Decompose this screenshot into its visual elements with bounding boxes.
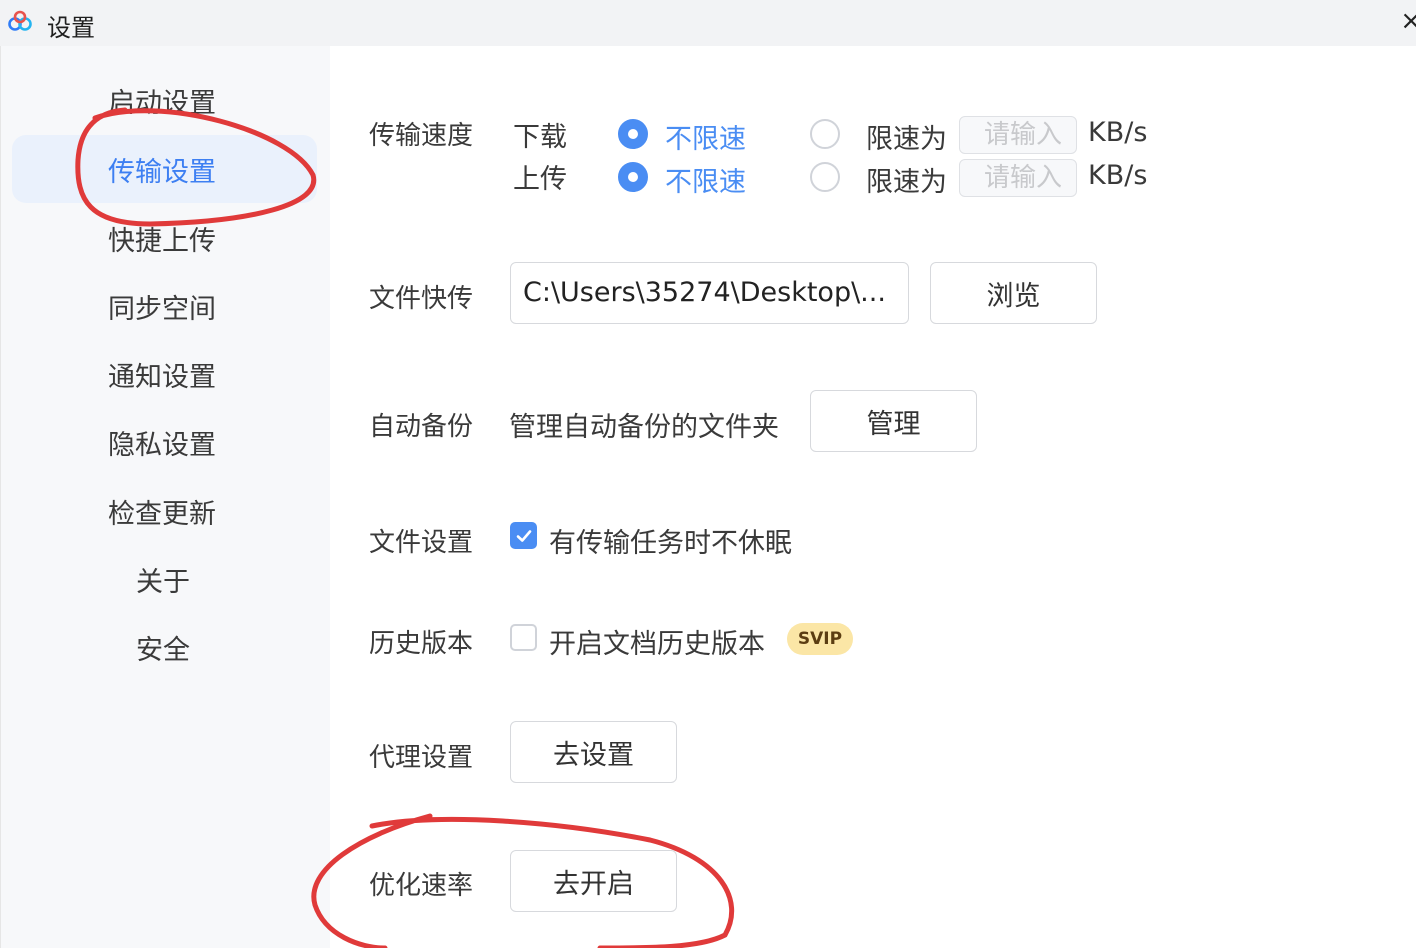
download-unit: KB/s — [1088, 117, 1148, 148]
auto-backup-label: 自动备份 — [369, 412, 474, 442]
sidebar-item-notifications[interactable]: 通知设置 — [12, 340, 317, 408]
sidebar-item-label: 安全 — [136, 634, 190, 666]
auto-backup-text: 管理自动备份的文件夹 — [509, 412, 779, 443]
title-bar: 设置 × — [0, 0, 1416, 46]
sidebar-item-label: 通知设置 — [108, 361, 216, 393]
download-unlimited-radio[interactable] — [618, 119, 648, 149]
sidebar-item-about[interactable]: 关于 — [12, 545, 317, 613]
sidebar-item-label: 同步空间 — [108, 293, 216, 325]
sidebar-item-quick-upload[interactable]: 快捷上传 — [12, 204, 317, 272]
doc-history-label[interactable]: 开启文档历史版本 — [549, 622, 765, 661]
sidebar-item-sync-space[interactable]: 同步空间 — [12, 272, 317, 340]
quick-upload-label: 文件快传 — [369, 284, 474, 314]
no-sleep-checkbox[interactable] — [510, 522, 537, 549]
upload-label: 上传 — [513, 164, 567, 195]
upload-limit-input[interactable]: 请输入 — [959, 159, 1077, 197]
sidebar-item-label: 传输设置 — [108, 156, 216, 188]
sidebar-item-check-update[interactable]: 检查更新 — [12, 477, 317, 545]
download-limit-input[interactable]: 请输入 — [959, 116, 1077, 154]
download-limit-label[interactable]: 限速为 — [866, 117, 947, 156]
sidebar-item-label: 关于 — [136, 566, 190, 598]
proxy-settings-button[interactable]: 去设置 — [510, 721, 677, 783]
sidebar-item-label: 启动设置 — [108, 87, 216, 119]
upload-limit-label[interactable]: 限速为 — [866, 160, 947, 199]
quick-upload-path-field[interactable]: C:\Users\35274\Desktop\... — [510, 262, 909, 324]
browse-button[interactable]: 浏览 — [930, 262, 1097, 324]
no-sleep-label[interactable]: 有传输任务时不休眠 — [549, 521, 792, 560]
download-limit-radio[interactable] — [810, 119, 840, 149]
download-unlimited-label[interactable]: 不限速 — [665, 117, 746, 156]
doc-history-checkbox[interactable] — [510, 624, 537, 651]
sidebar-item-transfer[interactable]: 传输设置 — [12, 135, 317, 203]
sidebar-item-label: 检查更新 — [108, 498, 216, 530]
baidu-netdisk-logo-icon — [8, 10, 32, 31]
manage-backup-button[interactable]: 管理 — [810, 390, 977, 452]
svip-badge: SVIP — [787, 623, 853, 655]
download-label: 下载 — [513, 122, 567, 153]
speed-label: 传输速度 — [369, 121, 474, 151]
optimize-enable-button[interactable]: 去开启 — [510, 850, 677, 912]
proxy-label: 代理设置 — [369, 743, 474, 773]
optimize-label: 优化速率 — [369, 871, 474, 901]
sidebar-item-security[interactable]: 安全 — [12, 613, 317, 681]
sidebar-item-label: 快捷上传 — [108, 225, 216, 257]
history-label: 历史版本 — [369, 629, 474, 659]
file-settings-label: 文件设置 — [369, 528, 474, 558]
sidebar-item-startup[interactable]: 启动设置 — [12, 66, 317, 134]
upload-unlimited-label[interactable]: 不限速 — [665, 160, 746, 199]
sidebar-item-privacy[interactable]: 隐私设置 — [12, 408, 317, 476]
sidebar-item-label: 隐私设置 — [108, 429, 216, 461]
upload-limit-radio[interactable] — [810, 162, 840, 192]
close-icon[interactable]: × — [1400, 6, 1416, 36]
upload-unlimited-radio[interactable] — [618, 162, 648, 192]
checkmark-icon — [516, 530, 532, 542]
window-title: 设置 — [47, 14, 95, 42]
upload-unit: KB/s — [1088, 160, 1148, 191]
